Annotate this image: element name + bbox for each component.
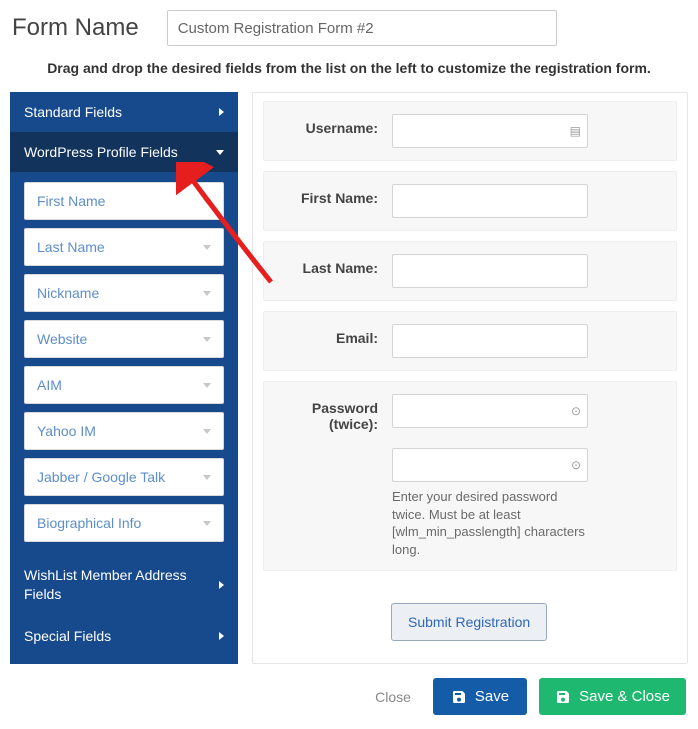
chevron-down-icon: [203, 429, 211, 434]
draggable-aim[interactable]: AIM: [24, 366, 224, 404]
workspace: Standard Fields WordPress Profile Fields…: [0, 92, 698, 664]
last-name-input[interactable]: [392, 254, 588, 288]
accordion-standard-fields[interactable]: Standard Fields: [10, 92, 238, 132]
draggable-label: Biographical Info: [37, 515, 141, 531]
save-close-button[interactable]: Save & Close: [539, 678, 686, 715]
accordion-label: WordPress Profile Fields: [24, 144, 178, 160]
key-icon: ⊙: [571, 404, 581, 418]
accordion-label: Special Fields: [24, 628, 111, 644]
accordion-wishlist-address[interactable]: WishList Member Address Fields: [10, 554, 238, 616]
form-name-input[interactable]: [167, 10, 557, 46]
chevron-down-icon: [203, 245, 211, 250]
draggable-label: Nickname: [37, 285, 99, 301]
fields-sidebar: Standard Fields WordPress Profile Fields…: [10, 92, 238, 664]
form-name-title: Form Name: [12, 14, 139, 42]
chevron-right-icon: [219, 632, 224, 640]
accordion-special-fields[interactable]: Special Fields: [10, 616, 238, 656]
draggable-bio-info[interactable]: Biographical Info: [24, 504, 224, 542]
field-label: Username:: [278, 114, 378, 136]
key-icon: ⊙: [571, 458, 581, 472]
accordion-body-wp: First Name Last Name Nickname Website AI…: [10, 172, 238, 554]
close-button[interactable]: Close: [365, 681, 421, 713]
username-input[interactable]: ▤: [392, 114, 588, 148]
draggable-label: Website: [37, 331, 87, 347]
chevron-right-icon: [219, 581, 224, 589]
field-first-name[interactable]: First Name:: [263, 171, 677, 231]
instruction-text: Drag and drop the desired fields from th…: [0, 58, 698, 92]
footer: Close Save Save & Close: [0, 664, 698, 729]
save-close-button-label: Save & Close: [579, 688, 670, 705]
draggable-jabber[interactable]: Jabber / Google Talk: [24, 458, 224, 496]
chevron-down-icon: [203, 475, 211, 480]
draggable-label: Last Name: [37, 239, 105, 255]
chevron-down-icon: [203, 337, 211, 342]
autofill-icon: ▤: [570, 124, 581, 138]
first-name-input[interactable]: [392, 184, 588, 218]
draggable-label: First Name: [37, 193, 105, 209]
header-row: Form Name: [0, 0, 698, 58]
field-label: Password (twice):: [278, 394, 378, 432]
chevron-down-icon: [203, 199, 211, 204]
form-canvas-column: Username: ▤ First Name: Last Name: Email…: [252, 92, 688, 664]
save-icon: [555, 689, 571, 705]
chevron-down-icon: [216, 150, 224, 155]
accordion-wp-profile-fields[interactable]: WordPress Profile Fields: [10, 132, 238, 172]
draggable-nickname[interactable]: Nickname: [24, 274, 224, 312]
chevron-down-icon: [203, 291, 211, 296]
draggable-label: AIM: [37, 377, 62, 393]
password-help-text: Enter your desired password twice. Must …: [392, 488, 592, 558]
password-input-2[interactable]: ⊙: [392, 448, 588, 482]
form-canvas[interactable]: Username: ▤ First Name: Last Name: Email…: [252, 92, 688, 664]
field-last-name[interactable]: Last Name:: [263, 241, 677, 301]
field-label: Email:: [278, 324, 378, 346]
draggable-label: Yahoo IM: [37, 423, 96, 439]
field-username[interactable]: Username: ▤: [263, 101, 677, 161]
submit-row: Submit Registration: [263, 581, 677, 649]
email-input[interactable]: [392, 324, 588, 358]
save-button[interactable]: Save: [433, 678, 527, 715]
save-icon: [451, 689, 467, 705]
draggable-label: Jabber / Google Talk: [37, 469, 165, 485]
submit-registration-button[interactable]: Submit Registration: [391, 603, 547, 641]
draggable-first-name[interactable]: First Name: [24, 182, 224, 220]
field-label: Last Name:: [278, 254, 378, 276]
chevron-right-icon: [219, 108, 224, 116]
chevron-down-icon: [203, 383, 211, 388]
field-email[interactable]: Email:: [263, 311, 677, 371]
accordion-label: WishList Member Address Fields: [24, 566, 194, 604]
field-password[interactable]: Password (twice): ⊙ ⊙ Enter your desired…: [263, 381, 677, 571]
draggable-last-name[interactable]: Last Name: [24, 228, 224, 266]
chevron-down-icon: [203, 521, 211, 526]
save-button-label: Save: [475, 688, 509, 705]
field-label: First Name:: [278, 184, 378, 206]
draggable-yahoo-im[interactable]: Yahoo IM: [24, 412, 224, 450]
draggable-website[interactable]: Website: [24, 320, 224, 358]
password-input-1[interactable]: ⊙: [392, 394, 588, 428]
accordion-label: Standard Fields: [24, 104, 122, 120]
